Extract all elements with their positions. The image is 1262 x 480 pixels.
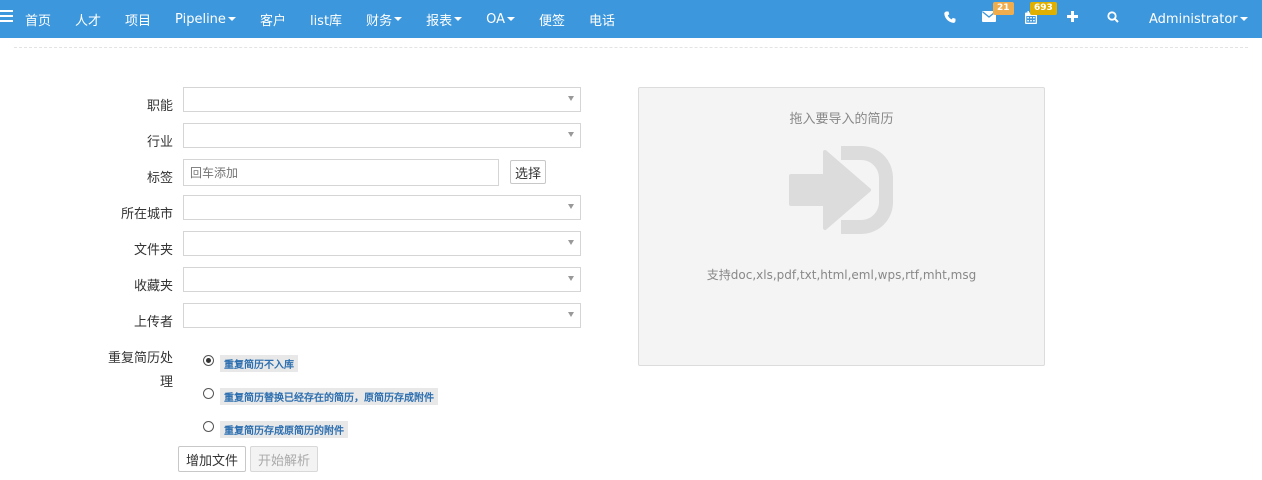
duplicate-handling-label: 重复简历处 xyxy=(107,351,173,366)
dropdown-arrow-icon xyxy=(568,276,574,281)
drop-zone-title: 拖入要导入的简历 xyxy=(789,112,894,127)
function-label: 职能 xyxy=(146,99,173,114)
folder-label: 文件夹 xyxy=(133,243,173,258)
caret-down-icon xyxy=(394,17,403,21)
uploader-label: 上传者 xyxy=(133,315,173,330)
nav-home[interactable]: 首页 xyxy=(25,10,51,29)
caret-down-icon xyxy=(454,17,463,21)
favorites-select[interactable] xyxy=(183,267,581,292)
nav-pipeline[interactable]: Pipeline xyxy=(175,12,236,27)
nav-notes[interactable]: 便签 xyxy=(539,10,565,29)
favorites-label: 收藏夹 xyxy=(133,279,173,294)
uploader-select[interactable] xyxy=(183,303,581,328)
nav-finance[interactable]: 财务 xyxy=(366,10,403,29)
caret-down-icon xyxy=(507,17,515,21)
phone-icon[interactable] xyxy=(944,11,956,29)
user-menu[interactable]: Administrator xyxy=(1149,0,1248,38)
plus-icon[interactable] xyxy=(1067,11,1078,27)
radio-unchecked[interactable] xyxy=(203,388,214,399)
user-name: Administrator xyxy=(1149,11,1238,27)
dup-option-skip[interactable]: 重复简历不入库 xyxy=(203,352,298,372)
nav-projects[interactable]: 项目 xyxy=(125,10,151,29)
resume-drop-zone[interactable]: 拖入要导入的简历 支持doc,xls,pdf,txt,html,eml,wps,… xyxy=(638,87,1045,366)
calendar-count-badge: 693 xyxy=(1030,2,1057,15)
radio-unchecked[interactable] xyxy=(203,421,214,432)
divider xyxy=(14,47,1248,48)
dropdown-arrow-icon xyxy=(568,96,574,101)
industry-label: 行业 xyxy=(146,135,173,150)
nav-phone[interactable]: 电话 xyxy=(589,10,615,29)
dropdown-arrow-icon xyxy=(568,204,574,209)
dup-option-replace[interactable]: 重复简历替换已经存在的简历，原简历存成附件 xyxy=(203,385,438,405)
mail-count-badge: 21 xyxy=(993,2,1014,15)
caret-down-icon xyxy=(227,17,236,21)
nav-menu: 首页 人才 项目 Pipeline 客户 list库 财务 报表 OA 便签 电… xyxy=(25,0,639,38)
supported-formats: 支持doc,xls,pdf,txt,html,eml,wps,rtf,mht,m… xyxy=(706,268,977,282)
function-select[interactable] xyxy=(183,87,581,112)
top-navbar: 首页 人才 项目 Pipeline 客户 list库 财务 报表 OA 便签 电… xyxy=(0,0,1262,38)
nav-oa[interactable]: OA xyxy=(486,12,515,27)
select-tags-button[interactable]: 选择 xyxy=(510,160,546,184)
dup-option-attach[interactable]: 重复简历存成原简历的附件 xyxy=(203,418,348,438)
city-select[interactable] xyxy=(183,195,581,220)
start-parse-button[interactable]: 开始解析 xyxy=(250,446,318,472)
duplicate-handling-label-cont: 理 xyxy=(159,375,173,390)
nav-reports[interactable]: 报表 xyxy=(426,10,463,29)
search-icon[interactable] xyxy=(1107,11,1119,28)
caret-down-icon xyxy=(1239,17,1248,21)
tags-label: 标签 xyxy=(146,171,173,186)
radio-checked[interactable] xyxy=(203,355,214,366)
add-file-button[interactable]: 增加文件 xyxy=(178,446,246,472)
nav-clients[interactable]: 客户 xyxy=(260,10,286,29)
nav-talent[interactable]: 人才 xyxy=(75,10,101,29)
dropdown-arrow-icon xyxy=(568,132,574,137)
industry-select[interactable] xyxy=(183,123,581,148)
dropdown-arrow-icon xyxy=(568,312,574,317)
tags-input[interactable] xyxy=(183,159,499,186)
folder-select[interactable] xyxy=(183,231,581,256)
nav-list-library[interactable]: list库 xyxy=(310,10,342,29)
dropdown-arrow-icon xyxy=(568,240,574,245)
menu-icon[interactable] xyxy=(0,10,13,26)
city-label: 所在城市 xyxy=(120,207,173,222)
sign-in-icon xyxy=(789,146,895,238)
